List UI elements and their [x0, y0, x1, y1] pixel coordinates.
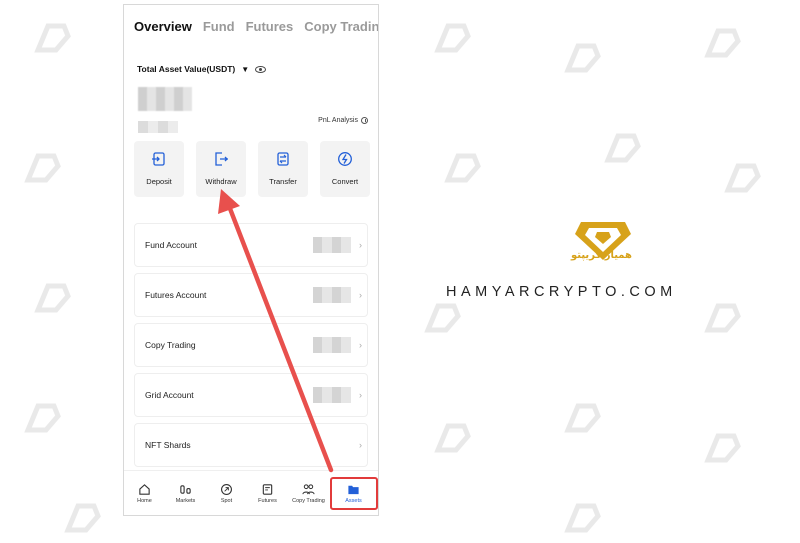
markets-icon: [180, 484, 191, 494]
transfer-label: Transfer: [269, 177, 297, 186]
account-name: Futures Account: [145, 290, 207, 300]
deposit-icon: [152, 152, 165, 166]
caret-down-icon[interactable]: ▼: [241, 65, 249, 74]
deposit-label: Deposit: [146, 177, 172, 186]
watermark-logo-icon: [30, 280, 76, 318]
account-name: Grid Account: [145, 390, 194, 400]
deposit-button[interactable]: Deposit: [134, 141, 184, 197]
blurred-balance: [313, 337, 351, 353]
withdraw-icon: [215, 152, 228, 166]
nav-label: Futures: [258, 497, 277, 504]
blurred-balance: [313, 287, 351, 303]
convert-button[interactable]: Convert: [320, 141, 370, 197]
account-name: Copy Trading: [145, 340, 196, 350]
convert-icon: [338, 152, 352, 166]
withdraw-label: Withdraw: [205, 177, 237, 186]
chevron-right-icon: ›: [359, 340, 362, 350]
watermark-logo-icon: [560, 40, 606, 78]
nav-assets[interactable]: Assets: [329, 476, 378, 510]
watermark-logo-icon: [720, 160, 766, 198]
annotation-arrow: [218, 189, 334, 473]
watermark-logo-icon: [430, 420, 476, 458]
withdraw-button[interactable]: Withdraw: [196, 141, 246, 197]
blurred-balance: [313, 387, 351, 403]
nav-label: Home: [137, 497, 152, 504]
watermark-logo-icon: [700, 25, 746, 63]
spot-icon: [221, 483, 232, 495]
watermark-logo-icon: [60, 500, 106, 538]
clock-icon: [361, 117, 368, 124]
account-name: NFT Shards: [145, 440, 191, 450]
nav-futures[interactable]: Futures: [248, 483, 288, 504]
tab-futures[interactable]: Futures: [246, 19, 294, 34]
watermark-logo-icon: [440, 150, 486, 188]
quick-actions: Deposit Withdraw Transfer Convert: [134, 141, 370, 197]
pnl-analysis-label: PnL Analysis: [318, 117, 358, 124]
watermark-logo-icon: [700, 300, 746, 338]
transfer-icon: [277, 152, 289, 166]
total-asset-label: Total Asset Value(USDT): [137, 64, 236, 74]
logo-text: همیار کریپتو: [571, 250, 632, 261]
watermark-logo-icon: [420, 300, 466, 338]
chevron-right-icon: ›: [359, 390, 362, 400]
bottom-nav: Home Markets Spot Futures Copy Trading A…: [124, 470, 378, 515]
brand-domain: HAMYARCRYPTO.COM: [446, 284, 677, 300]
nav-spot[interactable]: Spot: [207, 483, 247, 504]
nav-home[interactable]: Home: [125, 483, 165, 504]
assets-icon: [348, 485, 359, 494]
list-item-nft-shards[interactable]: NFT Shards ›: [134, 423, 368, 467]
blurred-balance: [313, 237, 351, 253]
list-item-copy-trading[interactable]: Copy Trading ›: [134, 323, 368, 367]
blurred-total-value: [138, 87, 192, 111]
chevron-right-icon: ›: [359, 440, 362, 450]
eye-icon[interactable]: [255, 65, 267, 73]
pnl-analysis-link[interactable]: PnL Analysis: [318, 117, 368, 124]
nav-label: Spot: [220, 497, 233, 504]
transfer-button[interactable]: Transfer: [258, 141, 308, 197]
nav-markets[interactable]: Markets: [166, 483, 206, 504]
hamyarcrypto-logo: [575, 222, 631, 260]
watermark-logo-icon: [20, 400, 66, 438]
tab-copy-trading[interactable]: Copy Trading: [304, 19, 378, 34]
futures-icon: [262, 483, 273, 495]
list-item-fund-account[interactable]: Fund Account ›: [134, 223, 368, 267]
watermark-logo-icon: [560, 400, 606, 438]
copy-trading-icon: [302, 483, 315, 494]
blurred-secondary-value: [138, 121, 178, 133]
watermark-logo-icon: [30, 20, 76, 58]
nav-copy-trading[interactable]: Copy Trading: [289, 483, 329, 504]
nav-label: Markets: [175, 497, 196, 504]
watermark-logo-icon: [600, 130, 646, 168]
watermark-logo-icon: [560, 500, 606, 538]
total-asset-header[interactable]: Total Asset Value(USDT) ▼: [137, 64, 267, 74]
convert-label: Convert: [331, 177, 359, 186]
list-item-grid-account[interactable]: Grid Account ›: [134, 373, 368, 417]
tab-bar: Overview Fund Futures Copy Trading: [134, 19, 378, 34]
nav-label: Copy Trading: [292, 497, 325, 504]
home-icon: [139, 483, 150, 495]
watermark-logo-icon: [430, 20, 476, 58]
list-item-futures-account[interactable]: Futures Account ›: [134, 273, 368, 317]
watermark-logo-icon: [20, 150, 66, 188]
nav-label: Assets: [345, 497, 362, 504]
chevron-right-icon: ›: [359, 240, 362, 250]
tab-overview[interactable]: Overview: [134, 19, 192, 34]
tab-fund[interactable]: Fund: [203, 19, 235, 34]
chevron-right-icon: ›: [359, 290, 362, 300]
account-list: Fund Account › Futures Account › Copy Tr…: [134, 223, 368, 473]
watermark-logo-icon: [700, 430, 746, 468]
account-name: Fund Account: [145, 240, 197, 250]
phone-screen: Overview Fund Futures Copy Trading Total…: [123, 4, 379, 516]
